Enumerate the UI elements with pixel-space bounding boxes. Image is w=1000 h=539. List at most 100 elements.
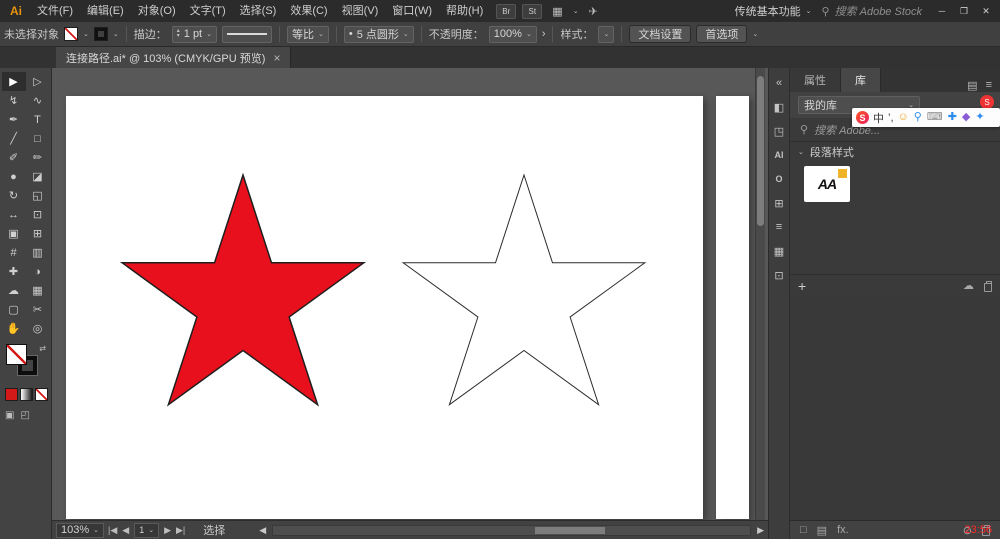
color-button[interactable] [5,388,18,401]
magic-wand-tool[interactable]: ↯ [2,91,26,110]
blob-brush-tool[interactable]: ● [2,167,26,186]
menu-item-effect[interactable]: 效果(C) [283,0,334,22]
fill-indicator[interactable] [6,344,27,365]
lasso-tool[interactable]: ∿ [26,91,50,110]
keyboard-icon[interactable]: ⌨ [927,108,943,127]
pencil-tool[interactable]: ✏ [26,148,50,167]
tab-libraries[interactable]: 库 [841,68,881,92]
sync-status-icon[interactable]: S [980,95,994,109]
bridge-icon[interactable]: Br [496,4,516,19]
brush-dropdown[interactable]: • 5 点圆形 ⌄ [344,26,414,43]
artboard-tool[interactable]: ▢ [2,300,26,319]
blend-tool[interactable]: ◑ [26,262,50,281]
mic-icon[interactable]: ⚲ [914,108,922,127]
document-tab[interactable]: 连接路径.ai* @ 103% (CMYK/GPU 预览) × [56,47,291,68]
symbol-sprayer-tool[interactable]: ☁ [2,281,26,300]
delete-item-icon[interactable] [984,283,992,292]
last-artboard-icon[interactable]: ▶| [176,525,185,536]
gradient-button[interactable] [20,388,33,401]
rectangle-tool[interactable]: □ [26,129,50,148]
paragraph-style-item[interactable]: AA [804,166,850,202]
menu-item-edit[interactable]: 编辑(E) [80,0,131,22]
vertical-scrollbar-thumb[interactable] [757,76,764,226]
stroke-chevron-icon[interactable]: ⌄ [113,30,119,38]
hand-tool[interactable]: ✋ [2,319,26,338]
stroke-style-dropdown[interactable] [222,26,272,43]
slice-tool[interactable]: ✂ [26,300,50,319]
style-dropdown[interactable]: ⌄ [598,26,614,43]
restore-button[interactable]: ❐ [954,2,974,20]
vertical-scrollbar[interactable] [755,68,765,520]
add-item-button[interactable]: + [798,279,806,293]
scroll-left-icon[interactable]: ◀ [259,525,266,536]
scale-tool[interactable]: ◱ [26,186,50,205]
menu-item-help[interactable]: 帮助(H) [439,0,490,22]
toolbox-icon[interactable]: ✚ [948,108,957,127]
align-icon[interactable]: ≡ [769,215,789,239]
tab-properties[interactable]: 属性 [790,68,841,92]
zoom-control[interactable]: 103% ⌄ [56,523,104,538]
pen-tool[interactable]: ✒ [2,110,26,129]
ai-cc-icon[interactable]: Al [769,143,789,167]
stroke-color-swatch[interactable] [94,27,108,41]
artboard-number-control[interactable]: 1 ⌄ [134,523,159,538]
wrench-icon[interactable]: ✦ [975,108,984,127]
panel-menu-icon[interactable]: ≡ [986,79,992,92]
width-tool[interactable]: ↔ [2,205,26,224]
sogou-logo-icon[interactable]: S [856,111,869,124]
line-segment-tool[interactable]: ╱ [2,129,26,148]
next-artboard-icon[interactable]: ▶ [164,525,171,536]
red-star[interactable] [122,175,364,405]
document-setup-button[interactable]: 文档设置 [629,25,691,43]
layers-icon[interactable]: ▦ [769,239,789,263]
fill-color-swatch[interactable] [64,27,78,41]
perspective-grid-tool[interactable]: ⊞ [26,224,50,243]
workspace-switcher[interactable]: 传统基本功能 ⌄ [735,3,812,19]
menu-item-file[interactable]: 文件(F) [30,0,80,22]
canvas-area[interactable]: 103% ⌄ |◀ ◀ 1 ⌄ ▶ ▶| 选择 ◀ ▶ [52,68,768,539]
opacity-input[interactable]: 100% ⌄ [489,26,537,43]
fx-icon[interactable]: fx. [837,524,849,536]
symbols-icon[interactable]: ⊡ [769,263,789,287]
eraser-tool[interactable]: ◪ [26,167,50,186]
ime-punct-toggle[interactable]: ’, [888,112,894,124]
paragraph-styles-section[interactable]: ⌄ 段落样式 [790,142,1000,162]
eyedropper-tool[interactable]: ✚ [2,262,26,281]
menu-item-window[interactable]: 窗口(W) [385,0,439,22]
skin-icon[interactable]: ◆ [962,108,970,127]
stock-icon[interactable]: St [522,4,542,19]
stroke-weight-input[interactable]: ▴▾ 1 pt ⌄ [172,26,217,43]
collapse-panels-icon[interactable]: « [769,71,789,95]
preferences-button[interactable]: 首选项 [696,25,747,43]
prev-artboard-icon[interactable]: ◀ [122,525,129,536]
mesh-tool[interactable]: # [2,243,26,262]
arrange-chevron-icon[interactable]: ⌄ [573,7,579,15]
menu-item-type[interactable]: 文字(T) [183,0,233,22]
opacity-panel-arrow-icon[interactable]: › [542,28,546,40]
shape-builder-tool[interactable]: ▣ [2,224,26,243]
stroke-panel-icon[interactable]: O [769,167,789,191]
transform-icon[interactable]: ⊞ [769,191,789,215]
list-view-icon[interactable]: ▤ [817,524,827,537]
horizontal-scrollbar-thumb[interactable] [535,527,605,534]
menu-item-select[interactable]: 选择(S) [233,0,284,22]
selection-tool[interactable]: ▶ [2,72,26,91]
first-artboard-icon[interactable]: |◀ [108,525,117,536]
scroll-right-icon[interactable]: ▶ [757,525,764,536]
menu-item-view[interactable]: 视图(V) [335,0,386,22]
tab-close-icon[interactable]: × [273,51,280,65]
horizontal-scrollbar[interactable] [272,525,751,536]
close-button[interactable]: ✕ [976,2,996,20]
paintbrush-tool[interactable]: ✐ [2,148,26,167]
share-icon[interactable]: ✈ [589,5,598,18]
export-icon[interactable]: ◳ [769,119,789,143]
drawing-mode-icon[interactable]: ▣ [5,410,14,421]
swap-fill-stroke-icon[interactable]: ⇄ [39,344,46,353]
emoji-icon[interactable]: ☺ [898,108,909,127]
gradient-tool[interactable]: ▥ [26,243,50,262]
rotate-tool[interactable]: ↻ [2,186,26,205]
direct-selection-tool[interactable]: ▷ [26,72,50,91]
fill-chevron-icon[interactable]: ⌄ [83,30,89,38]
width-profile-dropdown[interactable]: 等比 ⌄ [287,26,329,43]
screen-mode-icon[interactable]: ◰ [20,410,29,421]
